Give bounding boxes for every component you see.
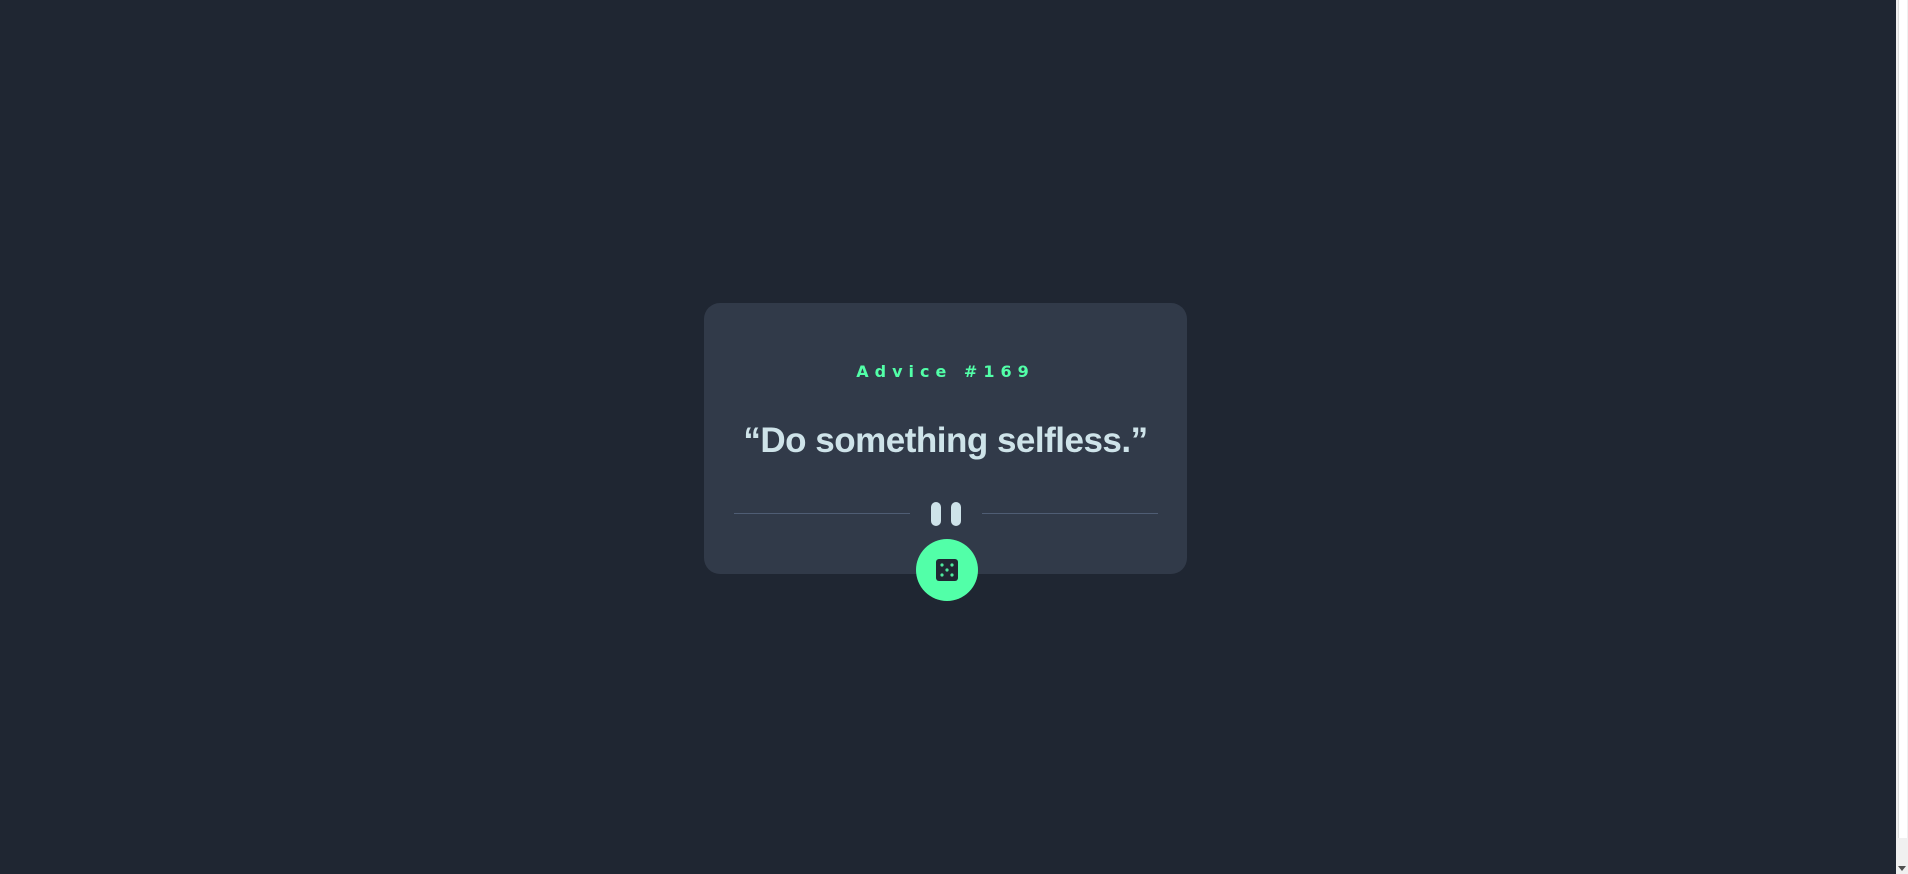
scroll-down-arrow-icon[interactable] <box>1898 866 1906 871</box>
page-background: Advice #169 “Do something selfless.” <box>0 0 1896 874</box>
pause-bar-right <box>951 502 961 526</box>
pause-bar-left <box>931 502 941 526</box>
divider-line-left <box>734 513 910 514</box>
divider-line-right <box>982 513 1158 514</box>
pause-icon <box>931 502 961 526</box>
dice-icon <box>936 559 958 581</box>
advice-quote: “Do something selfless.” <box>743 421 1148 460</box>
new-advice-button[interactable] <box>916 539 978 601</box>
vertical-scrollbar[interactable] <box>1896 0 1908 874</box>
advice-number: Advice #169 <box>856 362 1035 381</box>
scrollbar-thumb[interactable] <box>1898 0 1907 838</box>
advice-card: Advice #169 “Do something selfless.” <box>704 303 1187 574</box>
